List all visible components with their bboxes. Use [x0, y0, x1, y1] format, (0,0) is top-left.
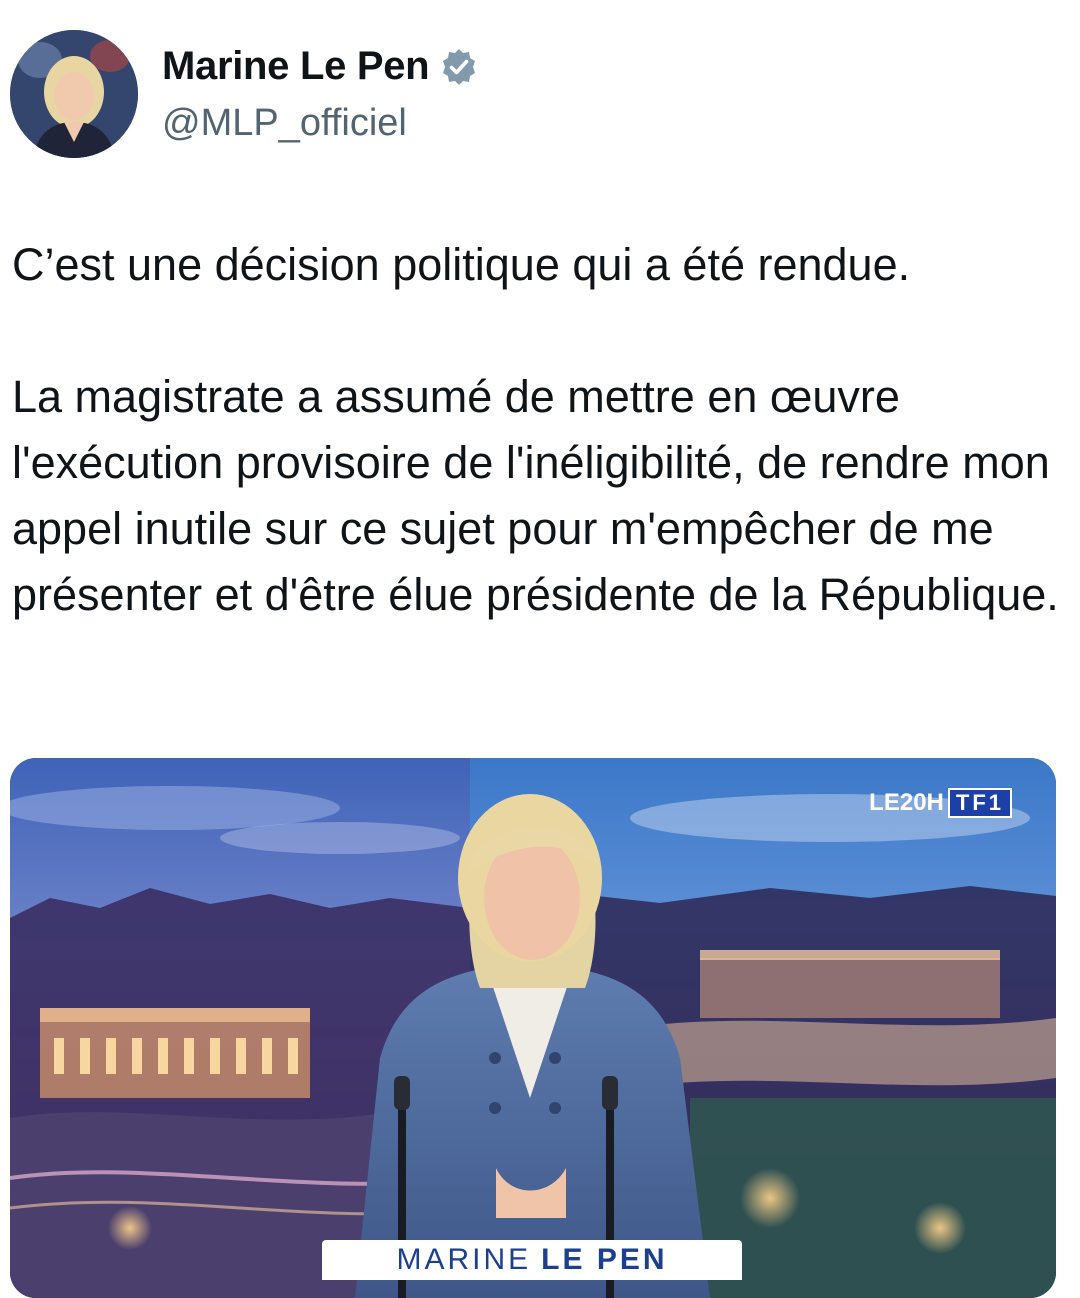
- display-name[interactable]: Marine Le Pen: [162, 44, 430, 89]
- tweet-text: C’est une décision politique qui a été r…: [12, 232, 1062, 628]
- avatar-portrait: [10, 30, 138, 158]
- tf1-logo-icon: TF1: [947, 788, 1012, 818]
- tweet-paragraph: La magistrate a assumé de mettre en œuvr…: [12, 371, 1059, 620]
- news-broadcast-image: [10, 758, 1056, 1298]
- watermark-show: LE20H: [869, 789, 944, 816]
- name-row: Marine Le Pen: [162, 44, 479, 89]
- tweet-paragraph: C’est une décision politique qui a été r…: [12, 239, 911, 290]
- lower-third-caption: MARINE LE PEN: [322, 1240, 742, 1280]
- tweet-header: Marine Le Pen @MLP_officiel: [10, 30, 1070, 160]
- caption-last-name: LE PEN: [541, 1243, 668, 1276]
- tf1-watermark: LE20H TF1: [869, 788, 1012, 818]
- caption-first-name: MARINE: [396, 1243, 532, 1276]
- media-image[interactable]: LE20H TF1 MARINE LE PEN: [10, 758, 1056, 1298]
- handle[interactable]: @MLP_officiel: [162, 102, 407, 145]
- verified-badge-icon: [439, 47, 479, 87]
- avatar[interactable]: [10, 30, 138, 158]
